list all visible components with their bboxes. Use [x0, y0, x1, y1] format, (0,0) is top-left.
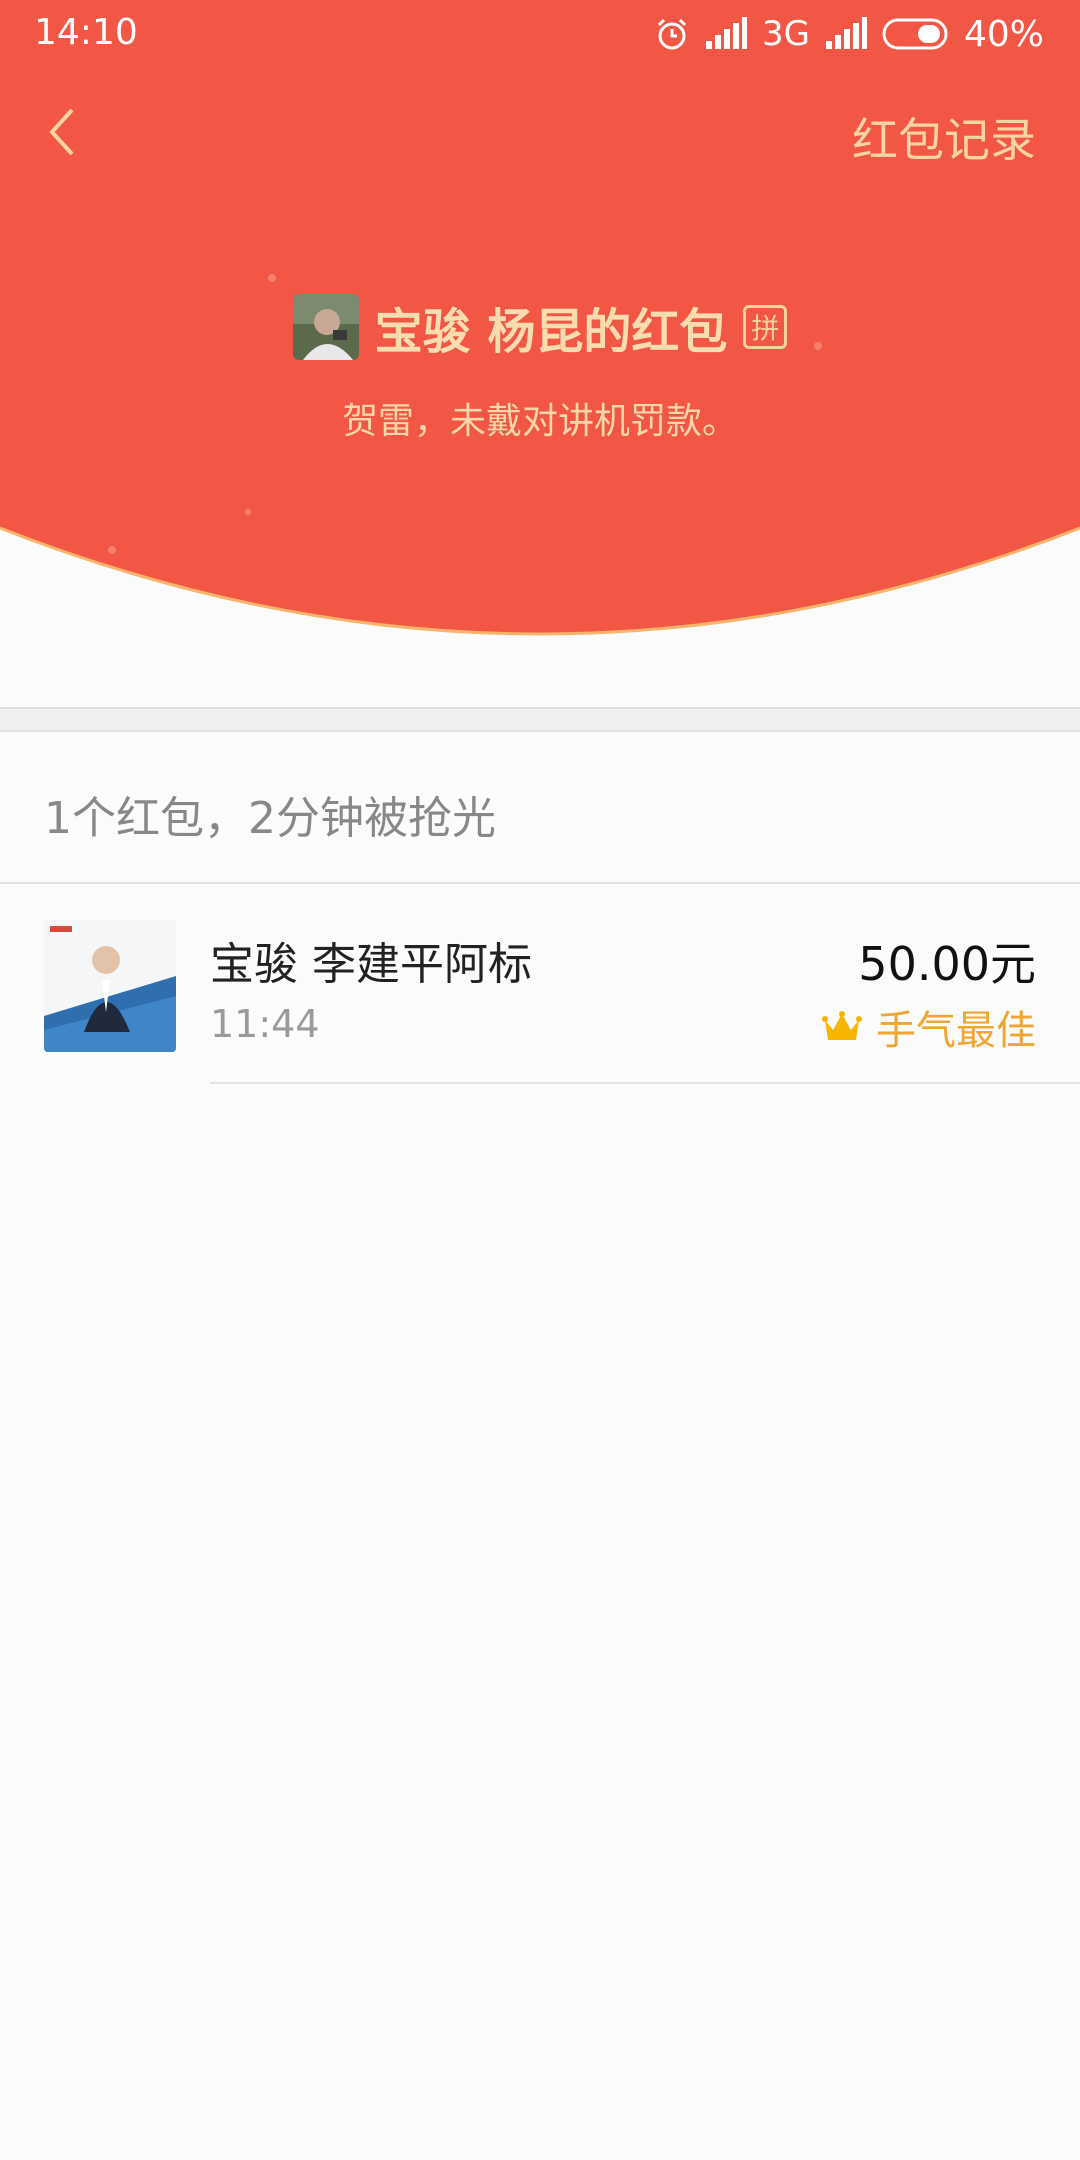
receiver-avatar[interactable] [44, 920, 176, 1052]
signal-icon-secondary [824, 17, 868, 51]
row-divider [210, 1082, 1080, 1084]
status-time: 14:10 [34, 12, 138, 53]
red-packet-records-link[interactable]: 红包记录 [852, 104, 1036, 170]
battery-percent: 40% [963, 13, 1044, 55]
battery-icon [882, 17, 950, 51]
back-button[interactable] [30, 100, 94, 164]
alarm-icon [654, 16, 690, 52]
sender-title: 宝骏 杨昆的红包 [374, 304, 728, 360]
list-item[interactable]: 宝骏 李建平阿标 11:44 50.00元 手气最佳 [0, 884, 1080, 1084]
status-icons: 3G 40% [654, 12, 1044, 56]
network-type: 3G [762, 14, 810, 54]
best-luck-badge: 手气最佳 [822, 998, 1036, 1056]
status-bar: 14:10 3G 40% [0, 0, 1080, 68]
blessing-message: 贺雷，未戴对讲机罚款。 [341, 401, 738, 442]
section-divider [0, 707, 1080, 732]
grab-summary: 1个红包，2分钟被抢光 [44, 793, 496, 844]
chevron-left-icon [49, 108, 74, 156]
received-amount: 50.00元 [858, 937, 1036, 991]
crown-icon [822, 1011, 862, 1040]
sender-row: 宝骏 杨昆的红包 拼 [0, 292, 1080, 362]
receiver-name: 宝骏 李建平阿标 [210, 939, 532, 990]
best-luck-label: 手气最佳 [876, 1008, 1036, 1054]
receive-time: 11:44 [210, 1002, 320, 1046]
pin-badge: 拼 [743, 305, 788, 349]
sender-avatar[interactable] [292, 294, 359, 360]
signal-icon [704, 17, 748, 51]
